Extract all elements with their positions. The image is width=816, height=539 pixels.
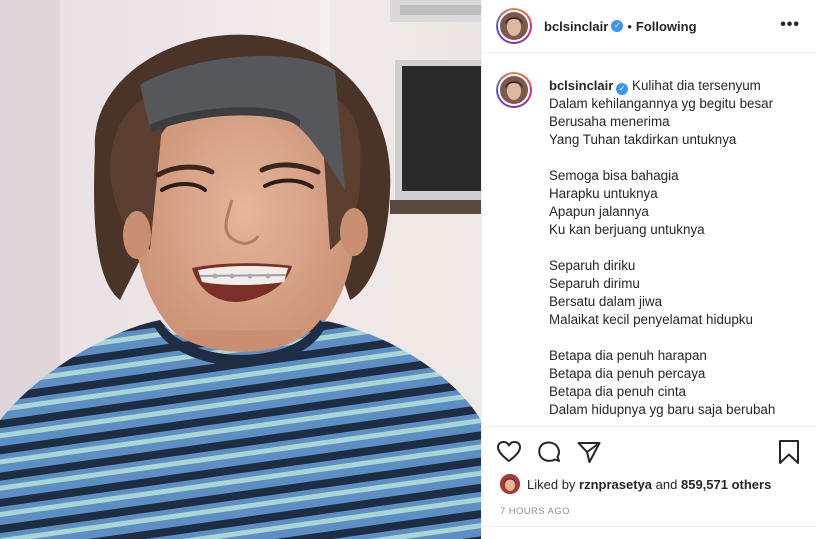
caption-line: Apapun jalannya bbox=[549, 204, 649, 219]
caption-line bbox=[549, 239, 804, 257]
caption-line: Yang Tuhan takdirkan untuknya bbox=[549, 132, 737, 147]
header-username[interactable]: bclsinclair bbox=[544, 19, 608, 34]
comment-icon[interactable] bbox=[536, 439, 562, 465]
caption-text: bclsinclair ✓ Kulihat dia tersenyum Dalam… bbox=[549, 77, 804, 419]
caption-line: Betapa dia penuh percaya bbox=[549, 366, 706, 381]
caption-line: Harapku untuknya bbox=[549, 186, 658, 201]
caption-line: Separuh dirimu bbox=[549, 276, 640, 291]
divider bbox=[482, 526, 816, 527]
caption-line: Betapa dia penuh cinta bbox=[549, 384, 686, 399]
avatar-image bbox=[500, 12, 528, 40]
post-header: bclsinclair ✓ • Following ••• bbox=[482, 0, 816, 53]
caption-line bbox=[549, 329, 804, 347]
caption-section: bclsinclair ✓ Kulihat dia tersenyum Dalam… bbox=[482, 54, 816, 426]
caption-line: Separuh diriku bbox=[549, 258, 636, 273]
caption-line: Dalam kehilangannya yg begitu besar bbox=[549, 96, 774, 111]
likes-count[interactable]: 859,571 others bbox=[681, 477, 771, 492]
caption-line: Malaikat kecil penyelamat hidupku bbox=[549, 312, 753, 327]
avatar[interactable] bbox=[496, 8, 532, 44]
more-dots-icon[interactable]: ••• bbox=[780, 17, 800, 33]
bookmark-icon[interactable] bbox=[776, 439, 802, 465]
header-separator: • bbox=[627, 18, 632, 34]
post-actions: Liked by rznprasetya and 859,571 others … bbox=[482, 426, 816, 539]
caption-line: Berusaha menerima bbox=[549, 114, 670, 129]
caption-username[interactable]: bclsinclair bbox=[549, 78, 613, 93]
heart-icon[interactable] bbox=[496, 439, 522, 465]
instagram-post-view: bclsinclair ✓ • Following ••• bclsinclai… bbox=[0, 0, 816, 539]
post-timestamp[interactable]: 7 HOURS AGO bbox=[500, 506, 570, 517]
caption-verified-badge-icon: ✓ bbox=[616, 83, 629, 95]
share-icon[interactable] bbox=[576, 439, 602, 465]
verified-badge-icon: ✓ bbox=[611, 20, 624, 32]
following-button[interactable]: Following bbox=[636, 19, 697, 34]
caption-line: Ku kan berjuang untuknya bbox=[549, 222, 705, 237]
caption-line: Dalam hidupnya yg baru saja berubah bbox=[549, 402, 776, 417]
post-photo[interactable] bbox=[0, 0, 481, 539]
caption-line: Semoga bisa bahagia bbox=[549, 168, 679, 183]
caption-avatar[interactable] bbox=[496, 72, 532, 108]
caption-line: Bersatu dalam jiwa bbox=[549, 294, 663, 309]
caption-avatar-image bbox=[500, 76, 528, 104]
portrait-photo-illustration bbox=[0, 0, 481, 539]
liked-by-prefix: Liked by bbox=[527, 476, 576, 492]
likes-conjunction: and bbox=[655, 476, 678, 492]
caption-line: Kulihat dia tersenyum bbox=[632, 78, 761, 93]
caption-line bbox=[549, 149, 804, 167]
likes-summary: Liked by rznprasetya and 859,571 others bbox=[500, 474, 771, 494]
liker-avatar[interactable] bbox=[500, 474, 520, 494]
post-details-panel: bclsinclair ✓ • Following ••• bclsinclai… bbox=[481, 0, 816, 539]
caption-line: Betapa dia penuh harapan bbox=[549, 348, 707, 363]
liker-username[interactable]: rznprasetya bbox=[579, 477, 652, 492]
